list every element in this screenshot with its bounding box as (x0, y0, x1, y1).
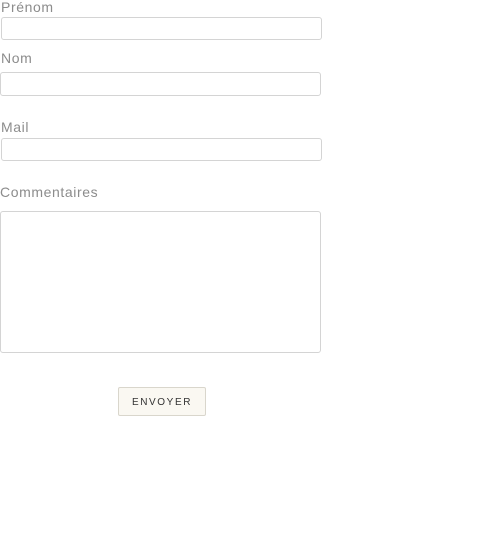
nom-input[interactable] (0, 72, 321, 96)
prenom-input[interactable] (1, 17, 322, 40)
commentaires-textarea[interactable] (0, 211, 321, 353)
mail-input[interactable] (1, 138, 322, 161)
commentaires-label: Commentaires (0, 184, 99, 200)
mail-label: Mail (1, 119, 30, 135)
send-button[interactable]: ENVOYER (118, 387, 206, 416)
nom-label: Nom (1, 50, 33, 66)
prenom-label: Prénom (1, 0, 54, 15)
